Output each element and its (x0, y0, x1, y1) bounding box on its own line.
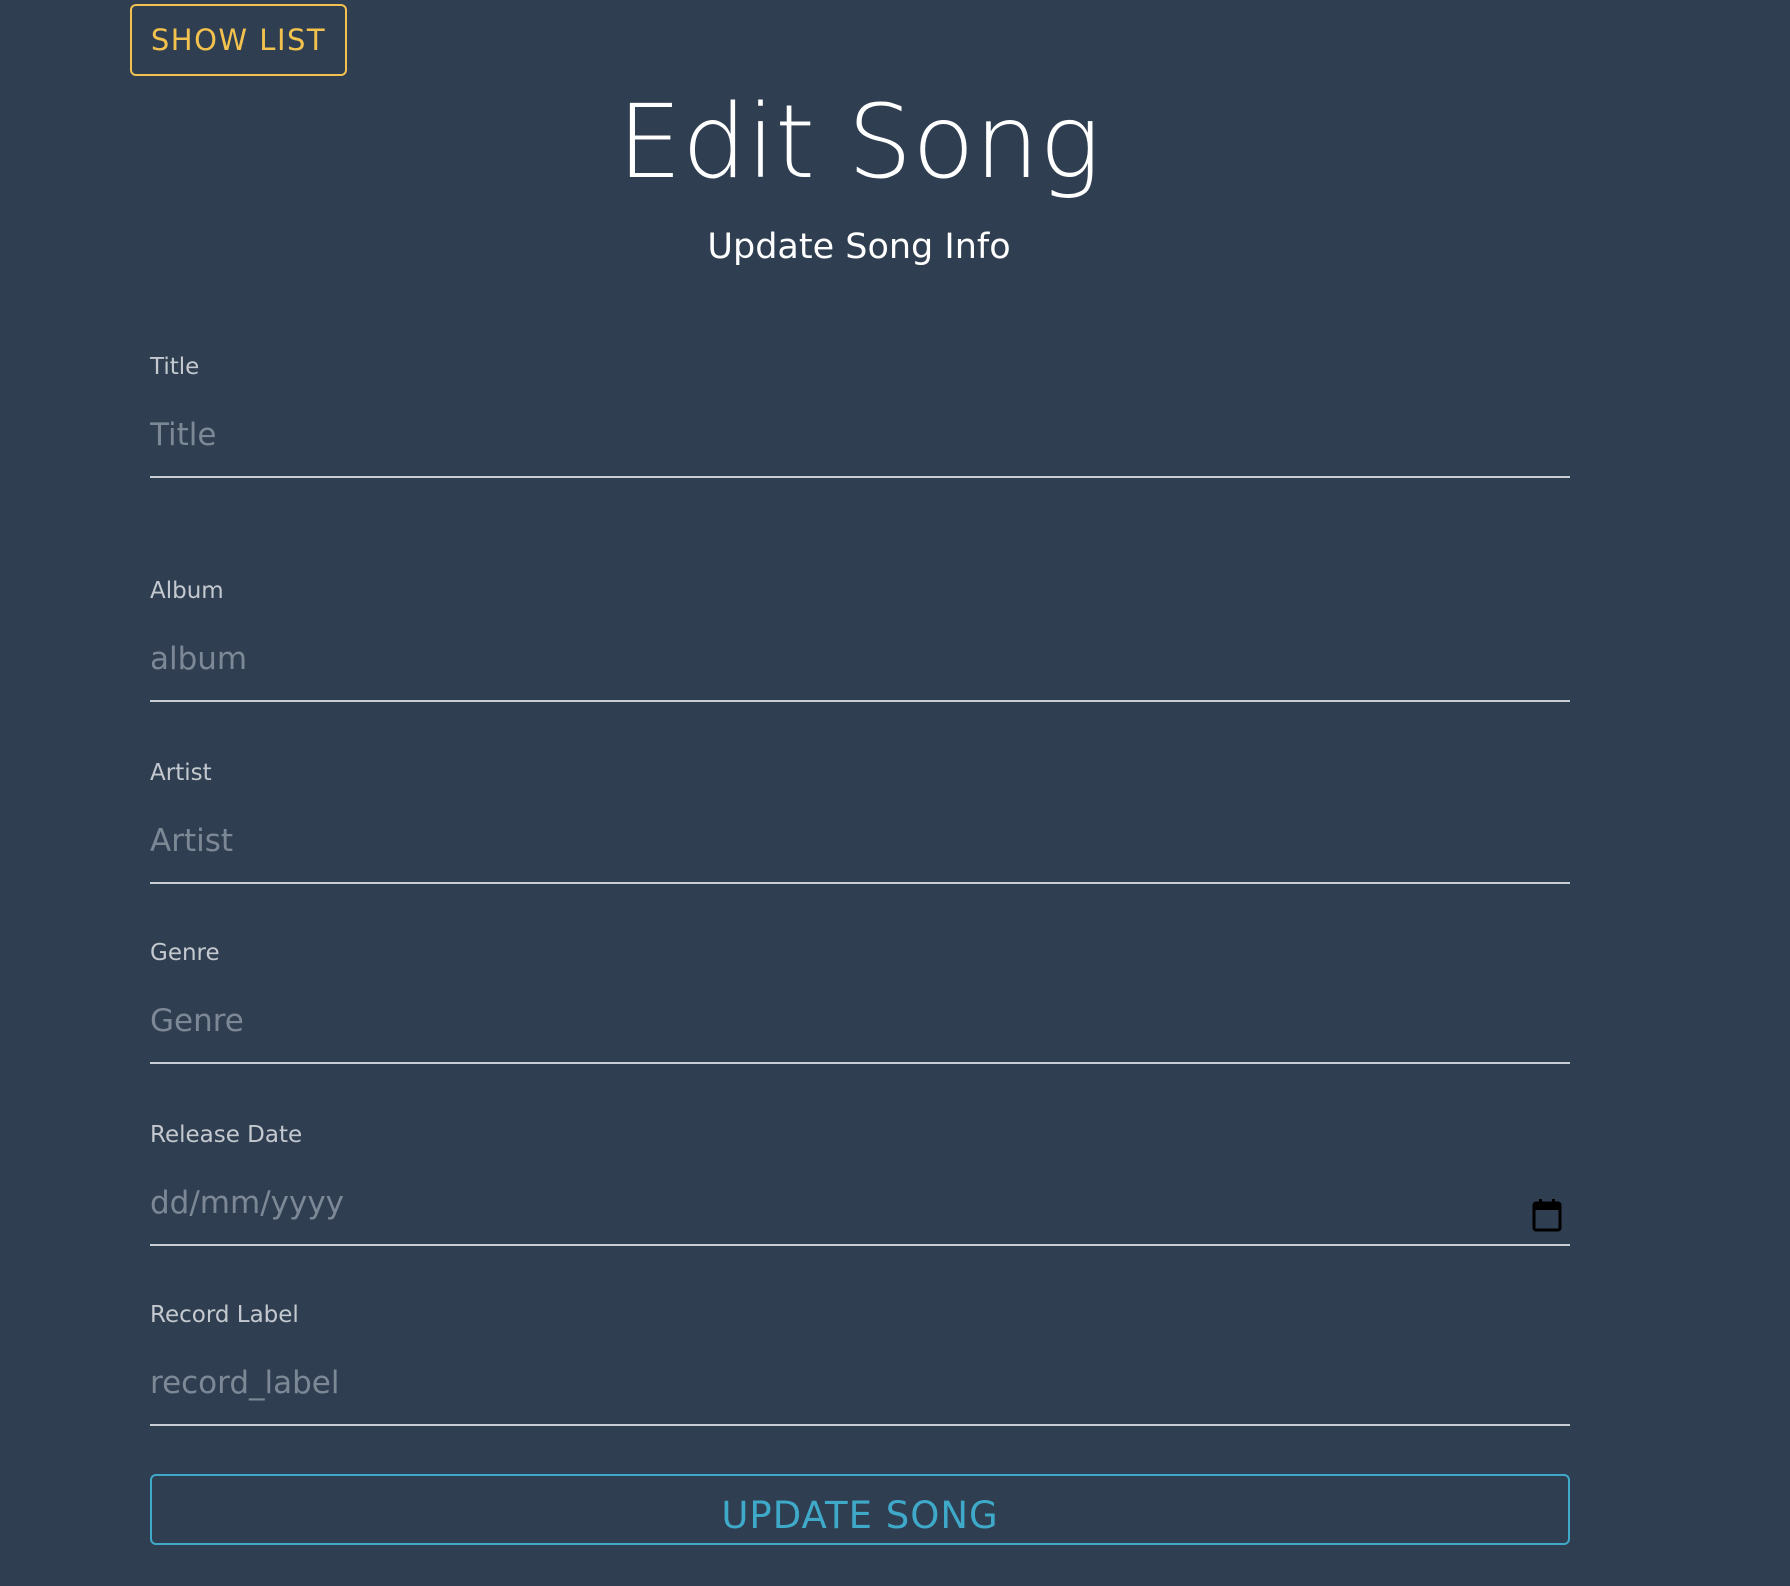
artist-input[interactable] (150, 800, 1570, 884)
show-list-button[interactable]: SHOW LIST (130, 4, 347, 76)
album-label: Album (150, 578, 224, 604)
album-input[interactable] (150, 618, 1570, 702)
update-song-button[interactable]: UPDATE SONG (150, 1474, 1570, 1545)
artist-label: Artist (150, 760, 212, 786)
page-title: Edit Song (617, 83, 1101, 202)
release-date-input[interactable] (150, 1162, 1570, 1246)
title-input[interactable] (150, 394, 1570, 478)
genre-label: Genre (150, 940, 220, 966)
calendar-icon[interactable] (1532, 1198, 1562, 1232)
genre-input[interactable] (150, 980, 1570, 1064)
page-subtitle: Update Song Info (707, 227, 1011, 267)
title-label: Title (150, 354, 200, 380)
record-label-label: Record Label (150, 1302, 299, 1328)
release-date-label: Release Date (150, 1122, 303, 1148)
record-label-input[interactable] (150, 1342, 1570, 1426)
